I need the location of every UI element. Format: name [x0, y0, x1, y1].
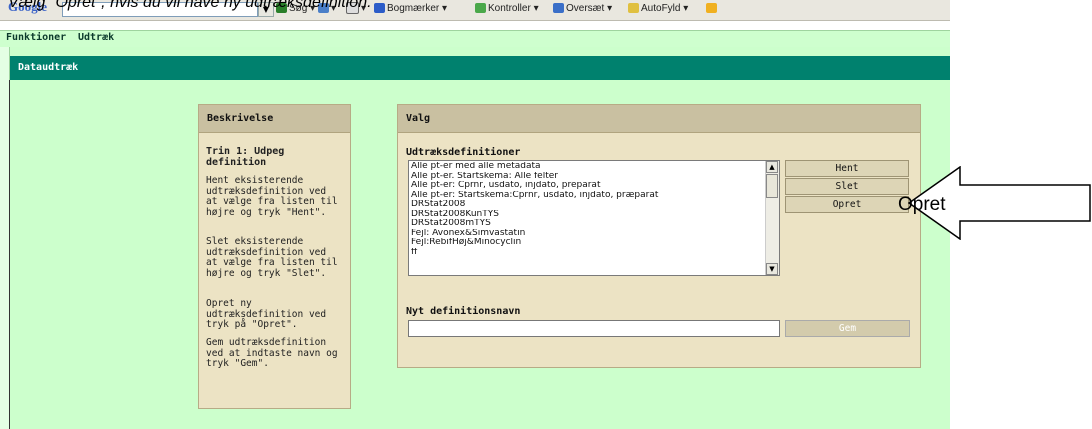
translate-icon	[553, 3, 564, 14]
star-icon	[374, 3, 385, 14]
menu-udtraek[interactable]: Udtræk	[78, 32, 114, 43]
list-item[interactable]: DRStat2008	[411, 200, 763, 210]
spellcheck-button[interactable]: Kontroller ▾	[475, 2, 539, 16]
scroll-thumb[interactable]	[766, 174, 778, 198]
list-item[interactable]: DRStat2008KunTYS	[411, 210, 763, 220]
autofill-icon	[628, 3, 639, 14]
scroll-down-arrow-icon[interactable]: ▼	[766, 263, 778, 275]
window-title: Dataudtræk	[18, 62, 79, 73]
list-item[interactable]: Fejl:RebifHøj&Minocyclin	[411, 238, 763, 248]
list-item[interactable]: ff	[411, 248, 763, 258]
hent-button[interactable]: Hent	[785, 160, 909, 177]
description-paragraph-opret: Opret ny udtræksdefinition ved tryk på "…	[206, 298, 327, 330]
autofill-button[interactable]: AutoFyld ▾	[628, 2, 688, 16]
step-title: Trin 1: Udpeg definition	[206, 146, 285, 168]
list-item[interactable]: Fejl: Avonex&Simvastatin	[411, 229, 763, 239]
frame-divider	[9, 80, 10, 429]
listbox-scrollbar[interactable]: ▲ ▼	[765, 161, 779, 275]
description-heading: Beskrivelse	[207, 113, 274, 124]
definitions-listbox[interactable]: Alle pt-er med alle metadata Alle pt-er.…	[408, 160, 780, 276]
menu-funktioner[interactable]: Funktioner	[6, 32, 66, 43]
description-paragraph-hent: Hent eksisterende udtræksdefinition ved …	[206, 175, 338, 218]
valg-heading: Valg	[406, 113, 431, 124]
window-titlebar: Dataudtræk	[10, 56, 950, 80]
list-item[interactable]: Alle pt-er: Startskema:Cprnr, usdato, in…	[411, 191, 763, 201]
slet-button[interactable]: Slet	[785, 178, 909, 195]
description-paragraph-gem: Gem udtræksdefinition ved at indtaste na…	[206, 337, 338, 369]
new-definition-name-input[interactable]	[408, 320, 780, 337]
callout-label: Opret	[898, 194, 946, 215]
list-item[interactable]: Alle pt-er: Cprnr, usdato, injdato, prep…	[411, 181, 763, 191]
list-item[interactable]: Alle pt-er. Startskema: Alle felter	[411, 172, 763, 182]
list-item[interactable]: Alle pt-er med alle metadata	[411, 162, 763, 172]
list-item[interactable]: DRStat2008mTYS	[411, 219, 763, 229]
description-panel: Beskrivelse Trin 1: Udpeg definition Hen…	[198, 104, 351, 409]
pencil-button[interactable]	[706, 2, 719, 16]
definitions-label: Udtræksdefinitioner	[406, 147, 521, 158]
instruction-caption: Vælg "Opret", hvis du vil have ny udtræk…	[8, 0, 372, 11]
description-panel-header: Beskrivelse	[199, 105, 350, 133]
checkmark-icon	[475, 3, 486, 14]
scroll-up-arrow-icon[interactable]: ▲	[766, 161, 778, 173]
bookmarks-button[interactable]: Bogmærker ▾	[374, 2, 447, 16]
pencil-icon	[706, 3, 717, 14]
gem-button[interactable]: Gem	[785, 320, 910, 337]
translate-button[interactable]: Oversæt ▾	[553, 2, 612, 16]
new-name-label: Nyt definitionsnavn	[406, 306, 521, 317]
valg-panel-header: Valg	[398, 105, 920, 133]
description-paragraph-slet: Slet eksisterende udtræksdefinition ved …	[206, 236, 338, 279]
menu-bar: Funktioner Udtræk	[0, 30, 950, 48]
opret-button[interactable]: Opret	[785, 196, 909, 213]
